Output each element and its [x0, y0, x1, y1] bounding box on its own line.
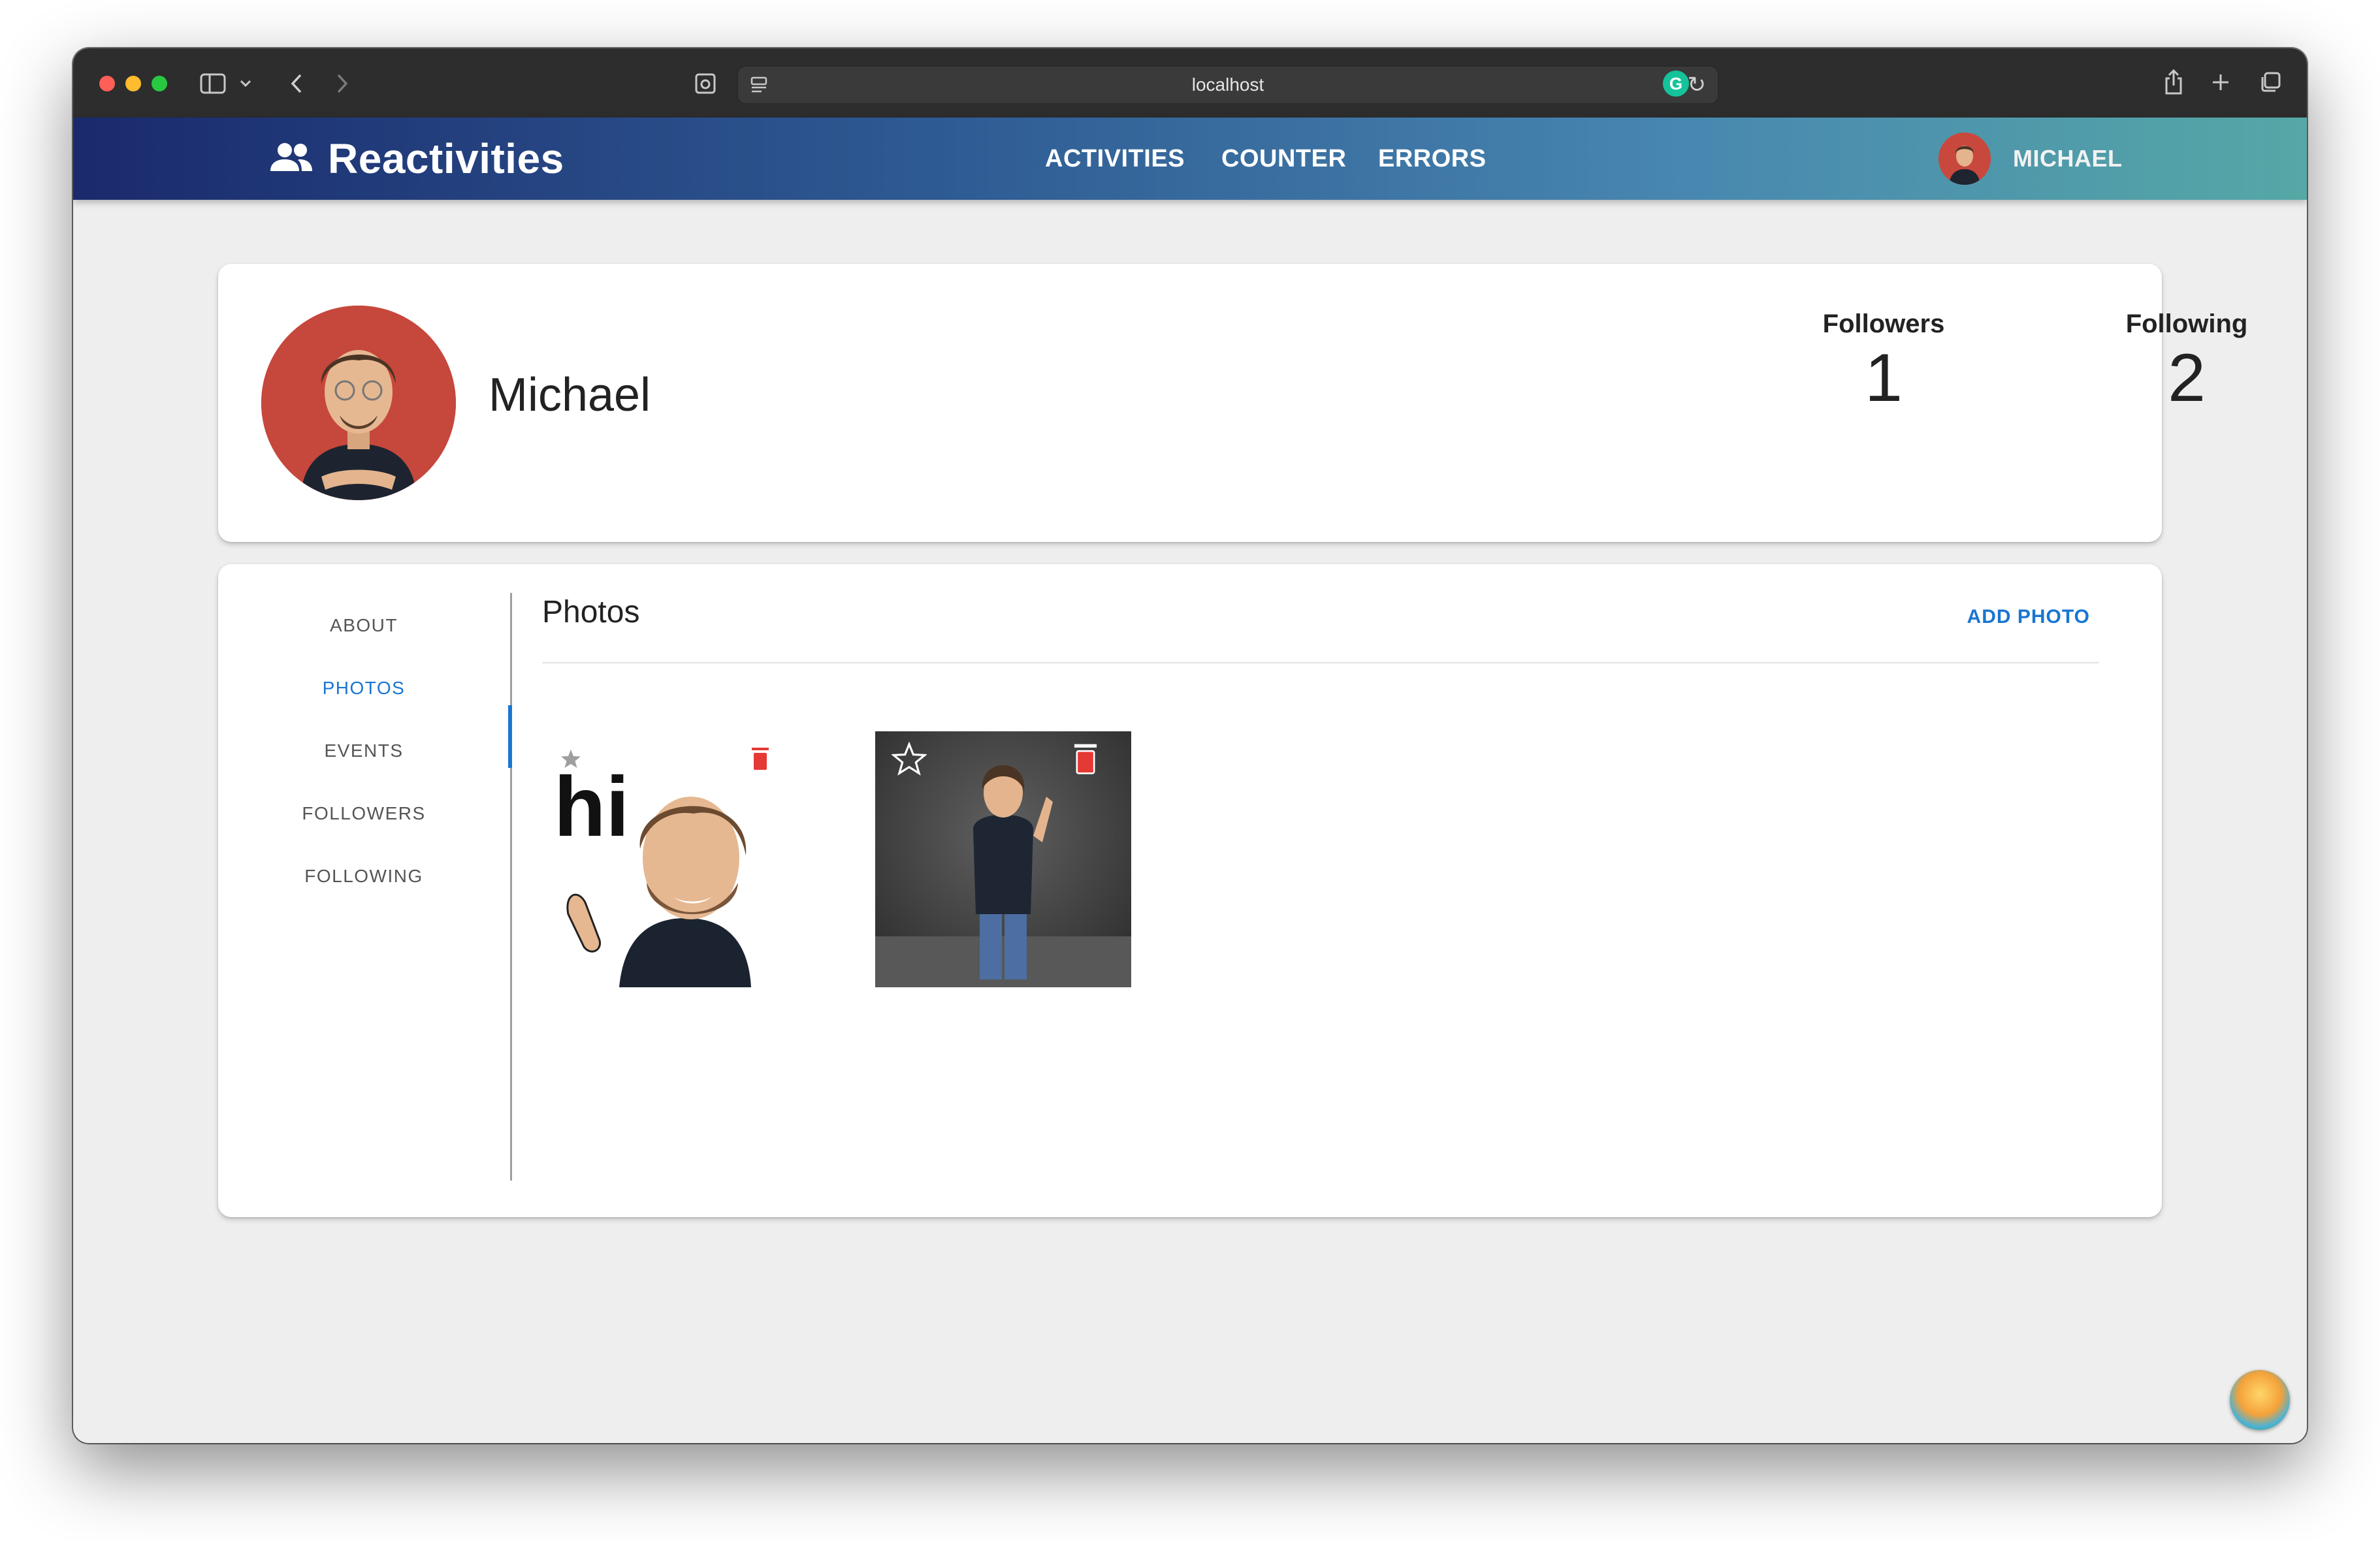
star-filled-icon: [561, 750, 581, 768]
tabs-divider: [510, 593, 512, 1181]
tab-overview-icon[interactable]: [2257, 68, 2283, 97]
panel-divider: [542, 662, 2099, 663]
app-navbar: Reactivities ACTIVITIES COUNTER ERRORS M…: [73, 118, 2307, 200]
photos-panel-title: Photos: [542, 595, 640, 629]
close-window-button[interactable]: [99, 76, 115, 91]
profile-header-card: Michael Followers 1 Following 2: [218, 264, 2247, 542]
brand-link[interactable]: Reactivities: [269, 118, 564, 200]
star-outline-icon: [892, 741, 927, 776]
share-icon[interactable]: [2161, 68, 2187, 97]
followers-count: 1: [1865, 340, 1903, 416]
forward-icon[interactable]: [329, 71, 355, 97]
grammarly-extension-icon[interactable]: G: [1663, 71, 1689, 97]
tab-events[interactable]: EVENTS: [218, 720, 509, 782]
new-tab-icon[interactable]: [2208, 68, 2234, 97]
tab-following[interactable]: FOLLOWING: [218, 845, 509, 908]
tab-about[interactable]: ABOUT: [218, 594, 509, 657]
nav-link-counter[interactable]: COUNTER: [1221, 118, 1346, 200]
add-photo-button[interactable]: ADD PHOTO: [1967, 606, 2090, 628]
following-count: 2: [2168, 340, 2206, 416]
extension-badge-icon[interactable]: [2230, 1370, 2290, 1430]
set-main-photo-button[interactable]: [553, 740, 589, 777]
profile-content-card: ABOUT PHOTOS EVENTS FOLLOWERS FOLLOWING …: [218, 564, 2162, 1217]
profile-avatar: [261, 306, 456, 500]
browser-toolbar: localhost ↻ G: [73, 48, 2307, 119]
delete-photo-button[interactable]: [1067, 740, 1104, 777]
browser-window: localhost ↻ G Reactivities ACTIVITIES CO…: [73, 48, 2307, 1443]
trash-icon: [1074, 744, 1097, 774]
tab-followers[interactable]: FOLLOWERS: [218, 782, 509, 845]
reload-icon[interactable]: ↻: [1688, 67, 1707, 103]
followers-label: Followers: [1822, 310, 1945, 338]
minimize-window-button[interactable]: [125, 76, 141, 91]
trash-icon: [752, 748, 769, 770]
nav-link-activities[interactable]: ACTIVITIES: [1045, 118, 1185, 200]
active-tab-indicator: [508, 705, 512, 768]
privacy-report-icon[interactable]: [692, 71, 718, 97]
following-stat: Following 2: [2089, 310, 2285, 417]
brand-title: Reactivities: [328, 135, 564, 182]
profile-name: Michael: [489, 369, 651, 421]
nav-username: MICHAEL: [2013, 145, 2123, 172]
nav-link-errors[interactable]: ERRORS: [1378, 118, 1487, 200]
set-main-photo-button[interactable]: [891, 740, 927, 777]
address-bar[interactable]: localhost ↻: [737, 65, 1719, 104]
back-icon[interactable]: [283, 71, 310, 97]
group-icon: [269, 141, 314, 177]
tab-photos[interactable]: PHOTOS: [218, 657, 509, 720]
followers-stat: Followers 1: [1786, 310, 1982, 417]
user-menu[interactable]: MICHAEL: [1938, 131, 2123, 186]
sidebar-toggle-icon[interactable]: [199, 71, 227, 97]
address-text: localhost: [1191, 74, 1264, 95]
delete-photo-button[interactable]: [742, 740, 779, 777]
chevron-down-icon[interactable]: [238, 74, 253, 93]
photo-card[interactable]: [875, 731, 1131, 987]
photo-card[interactable]: hi: [542, 731, 798, 987]
following-label: Following: [2125, 310, 2248, 338]
avatar: [1938, 133, 1991, 185]
profile-tabs: ABOUT PHOTOS EVENTS FOLLOWERS FOLLOWING: [218, 564, 512, 1217]
zoom-window-button[interactable]: [152, 76, 167, 91]
